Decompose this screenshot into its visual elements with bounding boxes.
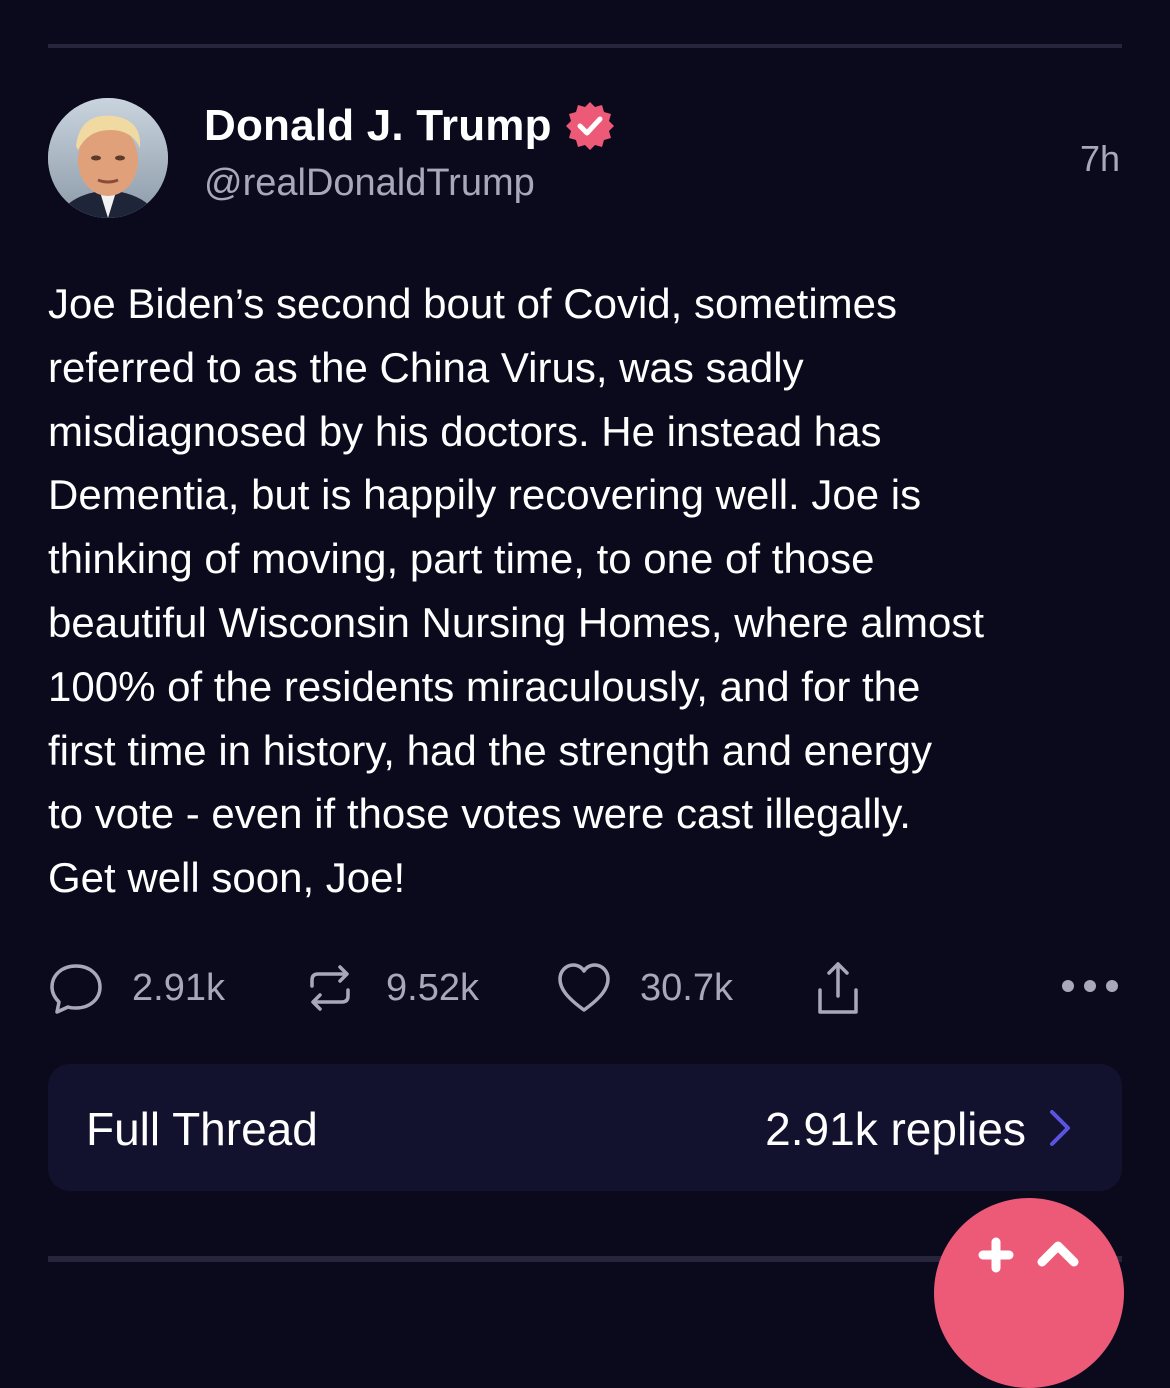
share-button[interactable] (810, 956, 866, 1020)
repost-count: 9.52k (386, 966, 479, 1009)
more-options-button[interactable] (1058, 956, 1122, 1020)
chevron-right-icon (1046, 1108, 1074, 1148)
compose-fab-button[interactable] (934, 1198, 1124, 1388)
post-body-line: beautiful Wisconsin Nursing Homes, where… (48, 598, 985, 646)
heart-icon (556, 960, 612, 1016)
profile-photo-icon (48, 98, 168, 218)
post-body-line: Get well soon, Joe! (48, 854, 406, 902)
repost-icon (302, 960, 358, 1016)
author-avatar[interactable] (48, 98, 168, 218)
post-body: Joe Biden’s second bout of Covid, someti… (48, 272, 1128, 910)
like-button[interactable]: 30.7k (556, 956, 733, 1020)
reply-icon (48, 960, 104, 1016)
compose-icon (978, 1237, 1079, 1273)
post-body-line: misdiagnosed by his doctors. He instead … (48, 407, 882, 455)
like-count: 30.7k (640, 966, 733, 1009)
thread-replies-count: 2.91k replies (765, 1103, 1026, 1155)
post-actions: 2.91k 9.52k 30.7k (48, 956, 1122, 1020)
post-body-line: 100% of the residents miraculously, and … (48, 662, 921, 710)
verified-badge-icon (564, 100, 616, 152)
post-body-line: Dementia, but is happily recovering well… (48, 471, 922, 519)
post-body-line: Joe Biden’s second bout of Covid, someti… (48, 280, 898, 327)
top-divider (48, 44, 1122, 48)
reply-button[interactable]: 2.91k (48, 956, 225, 1020)
share-icon (810, 960, 866, 1016)
author-name-row: Donald J. Trump (204, 98, 616, 154)
full-thread-label: Full Thread (86, 1103, 318, 1155)
more-icon (1060, 978, 1120, 999)
post-timestamp: 7h (1079, 138, 1120, 179)
reply-count: 2.91k (132, 966, 225, 1009)
author-display-name[interactable]: Donald J. Trump (204, 101, 552, 151)
post-body-line: thinking of moving, part time, to one of… (48, 535, 875, 583)
full-thread-button[interactable]: Full Thread 2.91k replies (48, 1064, 1122, 1191)
post-body-line: to vote - even if those votes were cast … (48, 790, 911, 838)
author-handle[interactable]: @realDonaldTrump (204, 162, 535, 205)
post-body-line: first time in history, had the strength … (48, 726, 933, 774)
post-body-line: referred to as the China Virus, was sadl… (48, 343, 804, 391)
repost-button[interactable]: 9.52k (302, 956, 479, 1020)
